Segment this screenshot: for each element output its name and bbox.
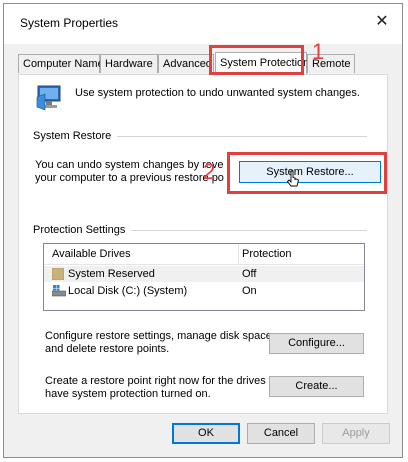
ok-button[interactable]: OK <box>172 423 240 444</box>
drive-name: System Reserved <box>68 268 155 280</box>
mouse-pointer-icon <box>286 170 300 187</box>
drives-list-header: Available Drives Protection <box>44 244 364 265</box>
system-restore-desc-line1: You can undo system changes by reve <box>35 159 224 171</box>
list-item[interactable]: System Reserved Off <box>44 266 364 282</box>
tab-computer-name[interactable]: Computer Name <box>18 54 104 73</box>
computer-shield-icon <box>36 85 61 111</box>
window-title: System Properties <box>20 16 119 30</box>
column-header-protection[interactable]: Protection <box>242 248 292 260</box>
annotation-highlight-button <box>227 152 387 194</box>
system-properties-dialog: System Properties ✕ Computer Name Hardwa… <box>3 3 403 458</box>
protection-settings-group-title: Protection Settings <box>33 224 132 236</box>
drive-protection: Off <box>242 268 257 280</box>
tab-hardware[interactable]: Hardware <box>100 54 158 73</box>
tab-advanced[interactable]: Advanced <box>158 54 214 73</box>
system-restore-desc-line2: your computer to a previous restore po <box>35 172 224 184</box>
configure-text-line1: Configure restore settings, manage disk … <box>45 330 275 342</box>
close-icon[interactable]: ✕ <box>368 10 396 34</box>
tab-strip: Computer Name Hardware Advanced System P… <box>18 52 388 74</box>
tab-panel: Use system protection to undo unwanted s… <box>18 74 388 414</box>
create-button[interactable]: Create... <box>269 376 364 397</box>
annotation-step-1: 1 <box>312 39 325 64</box>
drive-protection: On <box>242 285 257 297</box>
intro-text: Use system protection to undo unwanted s… <box>75 87 360 99</box>
drives-list[interactable]: Available Drives Protection System Reser… <box>43 243 365 311</box>
windows-disk-icon <box>52 285 66 297</box>
list-item[interactable]: Local Disk (C:) (System) On <box>44 283 364 299</box>
create-text-line2: have system protection turned on. <box>45 388 211 400</box>
folder-drive-icon <box>52 268 64 280</box>
apply-button[interactable]: Apply <box>322 423 390 444</box>
annotation-highlight-tab <box>209 45 304 75</box>
cancel-button[interactable]: Cancel <box>247 423 315 444</box>
column-header-available-drives[interactable]: Available Drives <box>52 248 131 260</box>
drive-name: Local Disk (C:) (System) <box>68 285 188 297</box>
system-restore-group-title: System Restore <box>33 130 118 142</box>
configure-button[interactable]: Configure... <box>269 333 364 354</box>
title-bar: System Properties ✕ <box>4 4 402 44</box>
annotation-step-2: 2 <box>203 159 216 184</box>
create-text-line1: Create a restore point right now for the… <box>45 375 288 387</box>
column-divider <box>238 244 239 264</box>
configure-text-line2: and delete restore points. <box>45 343 170 355</box>
